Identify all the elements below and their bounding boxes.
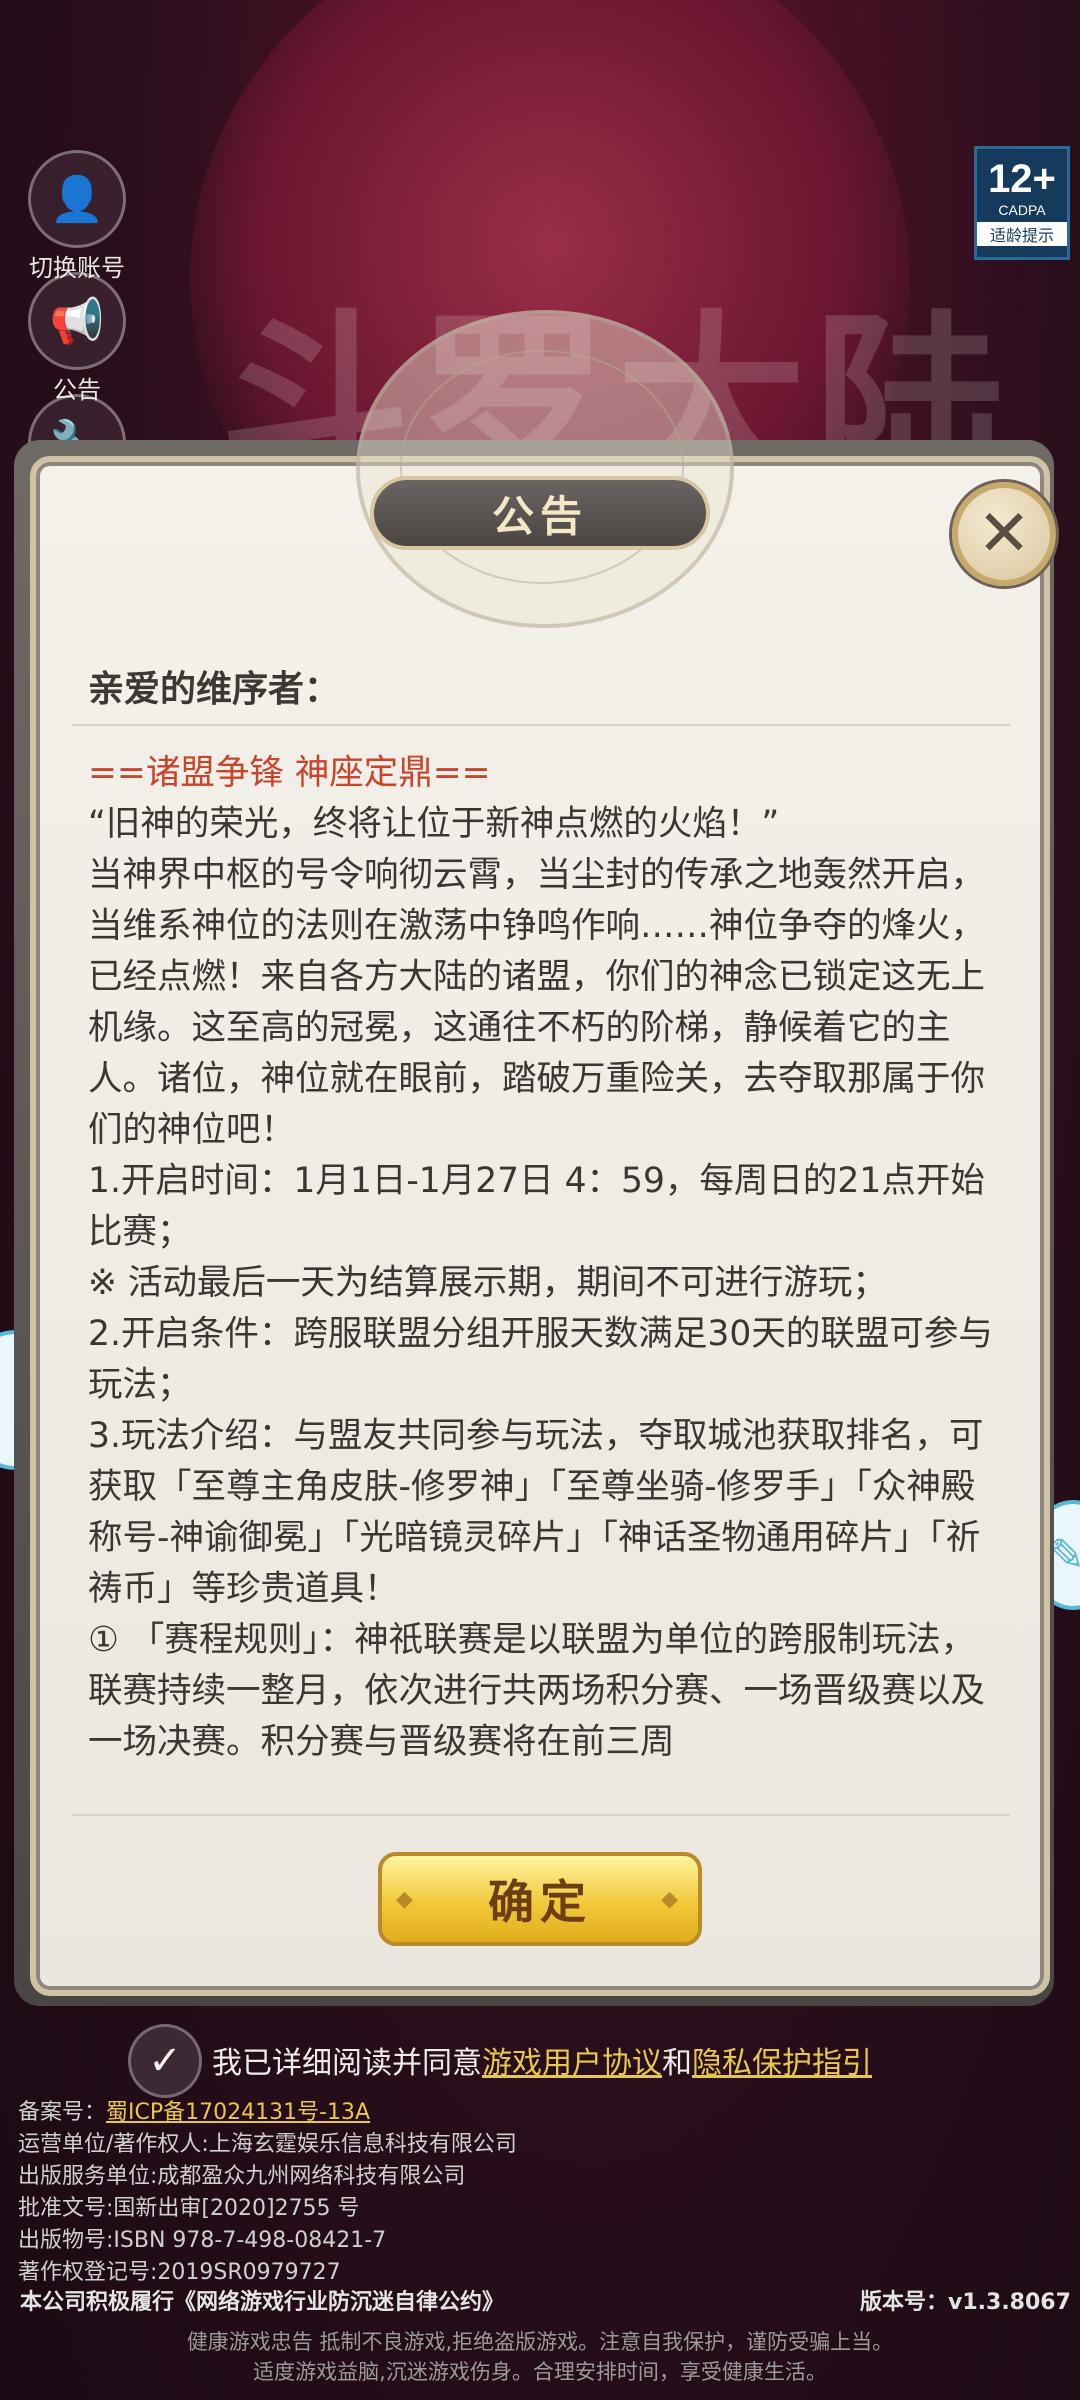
announcement-button[interactable]: 📢 公告 xyxy=(22,272,132,405)
agreement-middle: 和 xyxy=(662,2046,692,2081)
close-button[interactable]: ✕ xyxy=(952,482,1056,586)
divider-top xyxy=(72,724,1010,726)
age-rating-org: CADPA xyxy=(998,202,1046,218)
megaphone-icon: 📢 xyxy=(28,272,126,370)
content-paragraph: 1.开启时间：1月1日-1月27日 4：59，每周日的21点开始比赛； xyxy=(88,1161,985,1252)
content-heading: ==诸盟争锋 神座定鼎== xyxy=(88,753,491,793)
icp-link[interactable]: 蜀ICP备17024131号-13A xyxy=(106,2100,370,2125)
content-paragraph: 3.玩法介绍：与盟友共同参与玩法，夺取城池获取排名，可获取「至尊主角皮肤-修罗神… xyxy=(88,1416,984,1609)
version-number: 版本号：v1.3.8067 xyxy=(860,2290,1071,2315)
age-rating-badge[interactable]: 12+ CADPA 适龄提示 xyxy=(974,146,1070,260)
content-paragraph: “旧神的荣光，终将让位于新神点燃的火焰！” xyxy=(88,804,780,844)
dialog-title: 公告 xyxy=(370,476,710,550)
health-advice-line: 健康游戏忠告 抵制不良游戏,拒绝盗版游戏。注意自我保护，谨防受骗上当。 xyxy=(186,2330,894,2354)
switch-account-button[interactable]: 👤 切换账号 xyxy=(22,150,132,283)
close-icon: ✕ xyxy=(977,497,1031,571)
footer-line: 出版物号:ISBN 978-7-498-08421-7 xyxy=(18,2228,387,2253)
health-advice-line: 适度游戏益脑,沉迷游戏伤身。合理安排时间，享受健康生活。 xyxy=(253,2360,827,2384)
footer-line: 运营单位/著作权人:上海玄霆娱乐信息科技有限公司 xyxy=(18,2132,517,2157)
user-agreement-link[interactable]: 游戏用户协议 xyxy=(482,2046,662,2081)
divider-bottom xyxy=(72,1814,1010,1816)
content-paragraph: ① 「赛程规则」：神祇联赛是以联盟为单位的跨服制玩法，联赛持续一整月，依次进行共… xyxy=(88,1620,985,1762)
content-paragraph: 当神界中枢的号令响彻云霄，当尘封的传承之地轰然开启，当维系神位的法则在激荡中铮鸣… xyxy=(88,855,985,1150)
record-prefix: 备案号： xyxy=(18,2100,107,2125)
greeting: 亲爱的维序者： xyxy=(88,668,341,710)
age-rating-tip: 适龄提示 xyxy=(977,222,1067,246)
confirm-button[interactable]: 确定 xyxy=(378,1852,702,1946)
checkmark-icon: ✓ xyxy=(148,2038,182,2084)
agree-checkbox[interactable]: ✓ xyxy=(128,2024,202,2098)
user-switch-icon: 👤 xyxy=(28,150,126,248)
privacy-policy-link[interactable]: 隐私保护指引 xyxy=(692,2046,872,2081)
anti-addiction-pledge: 本公司积极履行《网络游戏行业防沉迷自律公约》 xyxy=(20,2290,505,2315)
content-paragraph: 2.开启条件：跨服联盟分组开服天数满足30天的联盟可参与玩法； xyxy=(88,1314,993,1405)
agreement-prefix: 我已详细阅读并同意 xyxy=(212,2046,482,2081)
content-paragraph: ※ 活动最后一天为结算展示期，期间不可进行游玩； xyxy=(88,1263,887,1303)
agreement-text: 我已详细阅读并同意游戏用户协议和隐私保护指引 xyxy=(212,2038,872,2082)
footer-line: 出版服务单位:成都盈众九州网络科技有限公司 xyxy=(18,2164,466,2189)
announcement-content[interactable]: ==诸盟争锋 神座定鼎== “旧神的荣光，终将让位于新神点燃的火焰！” 当神界中… xyxy=(88,748,1008,1788)
age-rating: 12+ xyxy=(988,157,1056,201)
footer-line: 批准文号:国新出审[2020]2755 号 xyxy=(18,2196,360,2221)
footer-line: 著作权登记号:2019SR0979727 xyxy=(18,2260,341,2285)
record-number: 备案号：蜀ICP备17024131号-13A xyxy=(18,2094,370,2126)
